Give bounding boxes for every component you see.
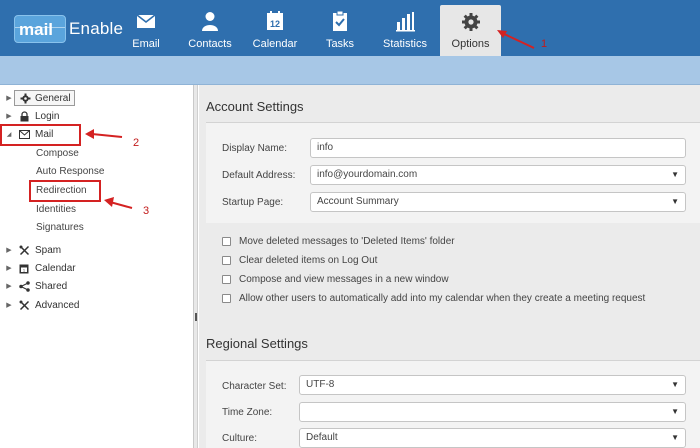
display-name-label: Display Name: [222,143,288,154]
general-selected-box: General [14,90,75,106]
sidebar-subitem-signatures[interactable]: Signatures [36,220,84,236]
nav-contacts[interactable]: Contacts [184,0,236,56]
logo-enable-text: Enable [69,19,124,38]
sidebar-item-label: Calendar [35,262,76,274]
envelope-icon [135,10,157,32]
chevron-down-icon: ▼ [671,380,679,389]
checkbox-move-deleted[interactable]: Move deleted messages to 'Deleted Items'… [222,234,455,248]
expand-arrow-icon[interactable]: ▶ [4,246,14,254]
splitter-grip-icon[interactable] [195,313,197,321]
sidebar-splitter[interactable] [194,85,198,448]
expand-arrow-icon[interactable]: ▶ [4,282,14,290]
chevron-down-icon: ▼ [671,433,679,442]
annotation-arrow-2 [85,129,123,139]
clipboard-check-icon [329,10,351,32]
nav-email-label: Email [132,38,160,50]
sidebar-item-advanced[interactable]: ▶ Advanced [0,297,79,313]
nav-calendar[interactable]: 12 Calendar [249,0,301,56]
nav-options-label: Options [451,38,490,50]
culture-select[interactable]: Default ▼ [299,428,686,448]
chevron-down-icon: ▼ [671,170,679,179]
gear-icon [460,11,482,33]
sidebar-item-label: Shared [35,280,68,292]
annotation-arrow-3 [104,197,133,209]
time-zone-select[interactable]: ▼ [299,402,686,422]
character-set-label: Character Set: [222,381,287,392]
checkbox-square[interactable] [222,255,231,265]
chevron-down-icon: ▼ [671,407,679,416]
nav-tasks[interactable]: Tasks [314,0,366,56]
startup-page-select[interactable]: Account Summary ▼ [310,192,686,212]
sidebar-item-login[interactable]: ▶ Login [0,108,59,124]
nav-statistics-label: Statistics [382,38,427,50]
tools-icon [17,298,31,312]
checkbox-square[interactable] [222,274,231,284]
culture-label: Culture: [222,433,258,444]
annotation-arrow-1 [497,30,535,49]
sidebar-item-spam[interactable]: ▶ Spam [0,242,61,258]
calendar-icon: 12 [264,10,286,32]
checkbox-clear-deleted[interactable]: Clear deleted items on Log Out [222,253,377,267]
sidebar-subitem-auto-response[interactable]: Auto Response [36,164,104,180]
default-address-select[interactable]: info@yourdomain.com ▼ [310,165,686,185]
checkbox-compose-new-window[interactable]: Compose and view messages in a new windo… [222,272,449,286]
mailenable-logo[interactable]: mail Enable [14,15,123,43]
nav-statistics[interactable]: Statistics [379,0,431,56]
sidebar-item-label: Login [35,110,60,122]
svg-text:12: 12 [270,19,280,29]
checkbox-label: Move deleted messages to 'Deleted Items'… [239,235,455,247]
expand-arrow-icon[interactable]: ▶ [4,112,14,120]
sidebar-item-general[interactable]: ▶ General [0,90,75,106]
annotation-number-1: 1 [541,38,548,50]
checkbox-label: Allow other users to automatically add i… [239,292,646,304]
annotation-box-mail [0,124,81,146]
sidebar-item-shared[interactable]: ▶ Shared [0,278,67,294]
expand-arrow-icon[interactable]: ▶ [4,264,14,272]
display-name-field[interactable]: info [310,138,686,158]
checkbox-square[interactable] [222,293,231,303]
character-set-select[interactable]: UTF-8 ▼ [299,375,686,395]
sidebar-item-label: Advanced [35,299,80,311]
account-settings-title: Account Settings [206,99,304,114]
gear-icon [18,91,32,105]
sidebar-item-label: General [35,92,71,104]
bar-chart-icon [394,10,416,32]
sub-toolbar [0,56,700,84]
person-icon [199,10,221,32]
share-icon [17,279,31,293]
sidebar-item-label: Spam [35,244,62,256]
regional-settings-title: Regional Settings [206,336,308,351]
expand-arrow-icon[interactable]: ▶ [4,301,14,309]
annotation-box-redirection [29,180,101,202]
calendar-icon: 1 [17,261,31,275]
annotation-number-2: 2 [133,137,140,149]
sidebar-subitem-identities[interactable]: Identities [36,202,76,218]
time-zone-label: Time Zone: [222,407,273,418]
checkbox-label: Compose and view messages in a new windo… [239,273,449,285]
nav-email[interactable]: Email [120,0,172,56]
nav-contacts-label: Contacts [188,38,232,50]
lock-icon [17,109,31,123]
default-address-label: Default Address: [222,170,296,181]
annotation-number-3: 3 [143,205,150,217]
expand-arrow-icon[interactable]: ▶ [4,94,14,102]
checkbox-label: Clear deleted items on Log Out [239,254,378,266]
nav-options[interactable]: Options [440,5,501,56]
tools-icon [17,243,31,257]
logo-mail-badge: mail [14,15,66,43]
startup-page-label: Startup Page: [222,197,284,208]
nav-tasks-label: Tasks [325,38,355,50]
sidebar-item-calendar[interactable]: ▶ 1 Calendar [0,260,76,276]
chevron-down-icon: ▼ [671,197,679,206]
checkbox-square[interactable] [222,236,231,246]
checkbox-allow-calendar[interactable]: Allow other users to automatically add i… [222,291,645,305]
nav-calendar-label: Calendar [252,38,298,50]
sidebar-subitem-compose[interactable]: Compose [36,146,79,162]
